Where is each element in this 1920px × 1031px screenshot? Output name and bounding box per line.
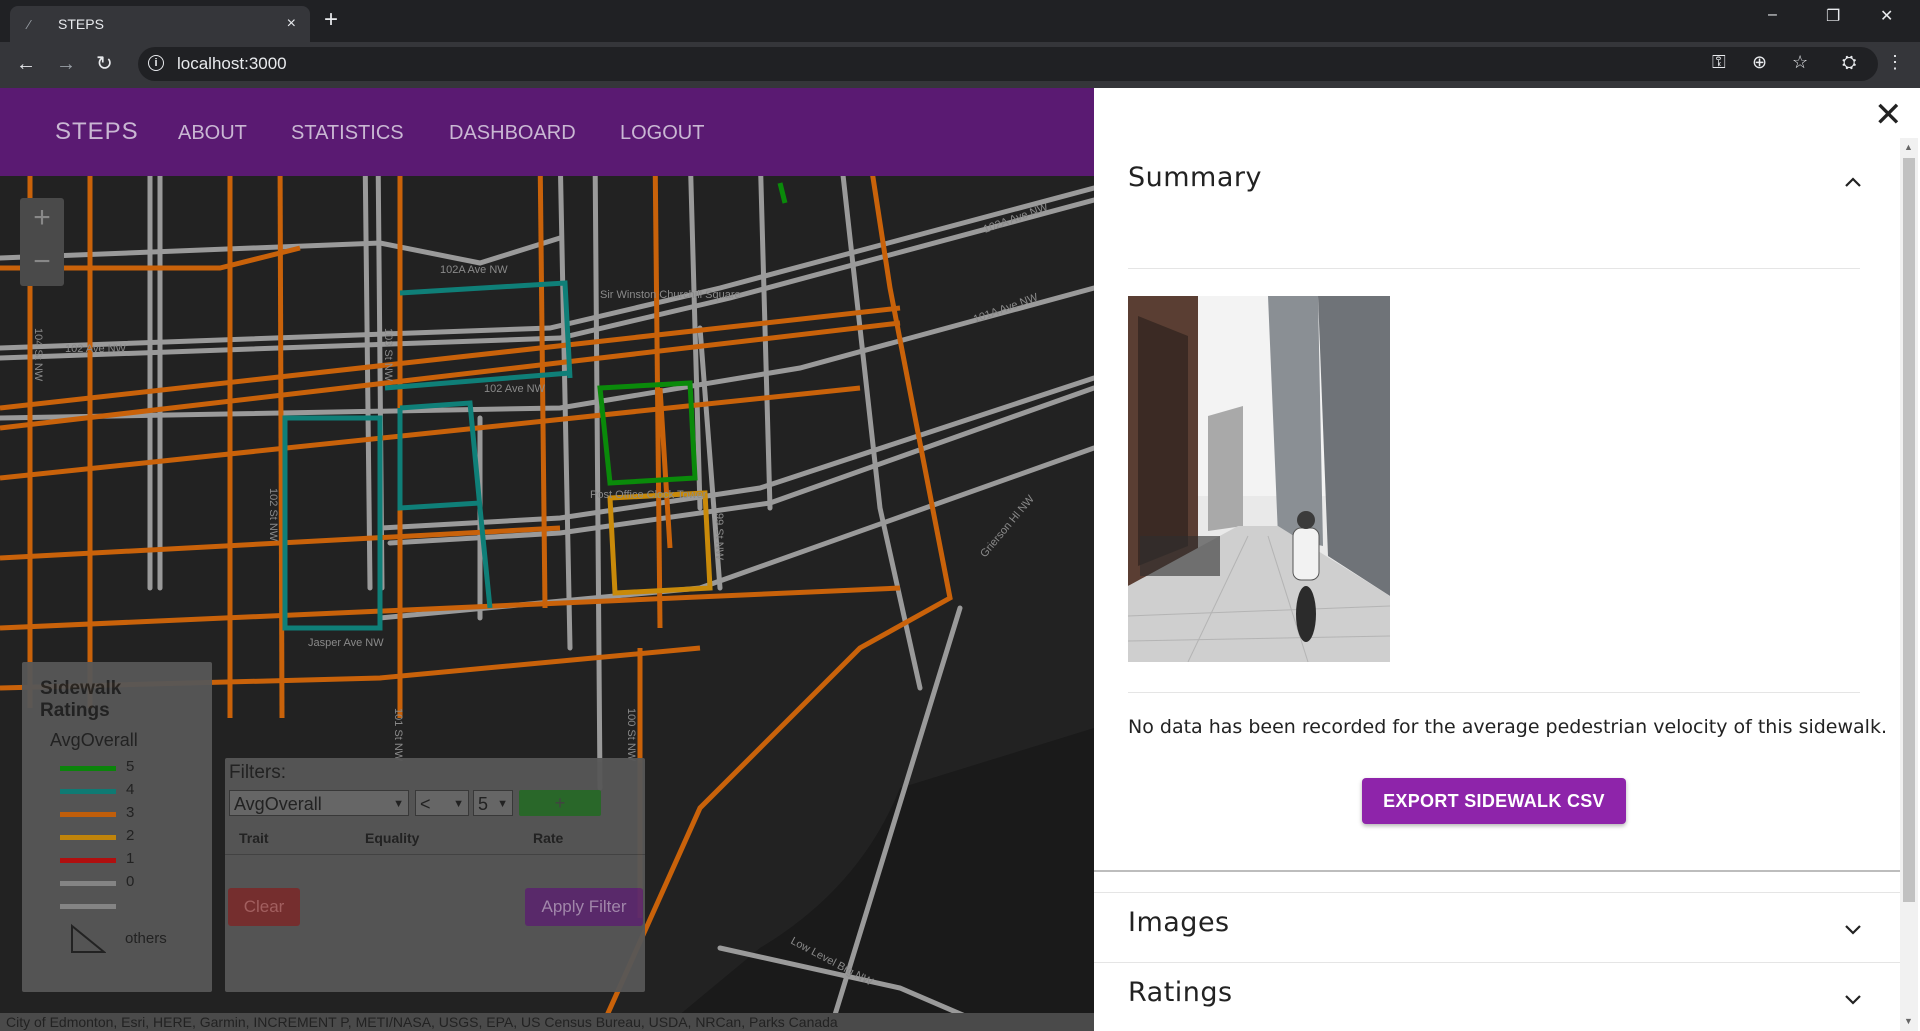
- filters-panel: Filters: AvgOverall ▼ < ▼ 5 ▼ + Trait Equal…: [225, 758, 645, 992]
- forward-icon[interactable]: →: [56, 52, 76, 76]
- nav-dashboard[interactable]: DASHBOARD: [449, 122, 576, 145]
- landmark-label: Post Office Clock Tower: [590, 489, 707, 501]
- images-accordion[interactable]: Images: [1094, 892, 1900, 961]
- add-filter-button[interactable]: +: [519, 790, 601, 816]
- filters-title: Filters:: [229, 762, 286, 783]
- bookmark-star-icon[interactable]: ☆: [1792, 52, 1808, 73]
- scrollbar-thumb[interactable]: [1903, 158, 1915, 902]
- street-label: 104 St NW: [32, 328, 44, 382]
- legend-swatch: [60, 904, 116, 909]
- zoom-out-button[interactable]: −: [20, 242, 64, 286]
- app-navbar: STEPS ABOUT STATISTICS DASHBOARD LOGOUT: [0, 88, 1094, 176]
- tab-title: STEPS: [58, 16, 104, 32]
- legend-item: 1: [60, 850, 160, 870]
- divider: [1128, 268, 1860, 269]
- trait-select[interactable]: AvgOverall ▼: [229, 790, 409, 816]
- images-header: Images: [1128, 907, 1230, 938]
- street-label: 102 St NW: [267, 488, 279, 542]
- column-header: Trait: [239, 830, 269, 846]
- export-csv-button[interactable]: EXPORT SIDEWALK CSV: [1362, 778, 1626, 824]
- map-zoom-controls: + −: [20, 198, 64, 286]
- legend-item: 3: [60, 804, 160, 824]
- chevron-down-icon[interactable]: [1844, 993, 1862, 1005]
- equality-select[interactable]: < ▼: [415, 790, 469, 816]
- apply-filter-button[interactable]: Apply Filter: [525, 888, 643, 926]
- map-legend: Sidewalk Ratings AvgOverall 5 4 3 2 1 0 …: [22, 662, 212, 992]
- chevron-up-icon[interactable]: [1844, 176, 1862, 188]
- site-info-icon[interactable]: i: [148, 55, 164, 71]
- section-divider: [1094, 870, 1900, 872]
- back-icon[interactable]: ←: [16, 52, 36, 76]
- clear-filters-button[interactable]: Clear: [228, 888, 300, 926]
- address-bar[interactable]: [138, 47, 1878, 81]
- street-label: 103 St NW: [382, 328, 394, 382]
- new-tab-icon[interactable]: +: [324, 8, 338, 32]
- nav-logout[interactable]: LOGOUT: [620, 122, 704, 145]
- ratings-header: Ratings: [1128, 977, 1233, 1008]
- minimize-icon[interactable]: –: [1768, 6, 1777, 24]
- street-label: 102A Ave NW: [440, 264, 508, 276]
- polygon-legend-icon: [71, 923, 106, 953]
- nav-about[interactable]: ABOUT: [178, 122, 247, 145]
- legend-subtitle: AvgOverall: [50, 730, 138, 750]
- brand-logo[interactable]: STEPS: [55, 118, 139, 146]
- velocity-note: No data has been recorded for the averag…: [1128, 716, 1887, 738]
- tab-close-icon[interactable]: ×: [287, 15, 296, 33]
- legend-item: 5: [60, 758, 160, 778]
- panel-scrollbar[interactable]: ▲ ▼: [1900, 138, 1918, 1031]
- legend-swatch: [60, 812, 116, 817]
- column-header: Equality: [365, 830, 420, 846]
- landmark-label: Sir Winston Churchill Square: [600, 289, 741, 301]
- summary-header[interactable]: Summary: [1128, 162, 1262, 193]
- extension-icon[interactable]: ⛭: [1842, 52, 1856, 73]
- page-favicon-icon: ⁄: [28, 16, 31, 32]
- legend-item: 4: [60, 781, 160, 801]
- sidewalk-photo[interactable]: [1128, 296, 1390, 662]
- zoom-in-button[interactable]: +: [20, 198, 64, 242]
- panel-close-icon[interactable]: ✕: [1874, 98, 1903, 132]
- chevron-down-icon[interactable]: [1844, 923, 1862, 935]
- street-label: 99 St NW: [713, 513, 725, 561]
- scroll-down-arrow-icon[interactable]: ▼: [1904, 1016, 1913, 1026]
- window-close-icon[interactable]: ✕: [1880, 6, 1893, 26]
- browser-tab-strip: ⁄ STEPS × + – ❐ ✕: [0, 0, 1920, 42]
- divider: [1128, 692, 1860, 693]
- legend-swatch: [60, 766, 116, 771]
- column-header: Rate: [533, 830, 564, 846]
- scroll-up-arrow-icon[interactable]: ▲: [1904, 142, 1913, 152]
- legend-title: Sidewalk Ratings: [40, 678, 122, 721]
- key-icon[interactable]: ⚿: [1712, 52, 1726, 73]
- legend-others-label: others: [125, 930, 167, 947]
- legend-item: 2: [60, 827, 160, 847]
- url-text: localhost:3000: [177, 54, 287, 73]
- reload-icon[interactable]: ↻: [96, 52, 113, 76]
- dropdown-arrow-icon: ▼: [393, 798, 404, 810]
- street-label: 102 Ave NW: [65, 343, 127, 355]
- sidewalk-detail-panel: ✕ Summary No data has been recorded for …: [1094, 88, 1920, 1031]
- nav-statistics[interactable]: STATISTICS: [291, 122, 404, 145]
- menu-kebab-icon[interactable]: ⋮: [1886, 52, 1904, 73]
- rate-select[interactable]: 5 ▼: [473, 790, 513, 816]
- legend-item: [60, 896, 160, 916]
- map-attribution: City of Edmonton, Esri, HERE, Garmin, IN…: [0, 1013, 1100, 1031]
- zoom-icon[interactable]: ⊕: [1752, 52, 1767, 73]
- dropdown-arrow-icon: ▼: [453, 798, 464, 810]
- ratings-accordion[interactable]: Ratings: [1094, 962, 1900, 1031]
- street-label: 102 Ave NW: [484, 383, 546, 395]
- browser-tab[interactable]: ⁄ STEPS ×: [10, 6, 310, 42]
- legend-swatch: [60, 881, 116, 886]
- dropdown-arrow-icon: ▼: [497, 798, 508, 810]
- street-label: Jasper Ave NW: [308, 637, 384, 649]
- restore-icon[interactable]: ❐: [1826, 6, 1840, 26]
- legend-swatch: [60, 835, 116, 840]
- legend-item: 0: [60, 873, 160, 893]
- street-label: 100 St NW: [625, 708, 637, 762]
- legend-swatch: [60, 789, 116, 794]
- legend-swatch: [60, 858, 116, 863]
- filters-table-header: Trait Equality Rate: [225, 820, 645, 855]
- street-label: 101 St NW: [392, 708, 404, 762]
